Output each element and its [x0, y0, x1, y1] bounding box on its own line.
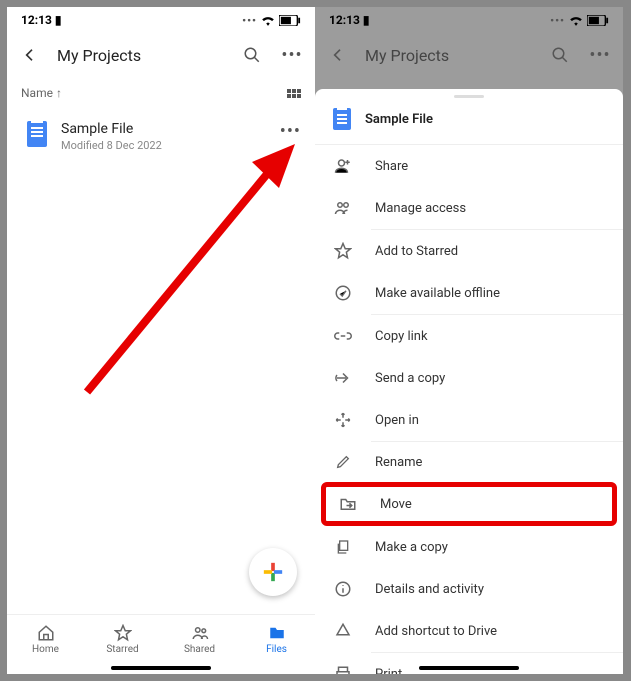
google-doc-icon [333, 108, 351, 130]
star-icon [334, 242, 352, 260]
wifi-icon [261, 14, 275, 26]
send-icon [334, 369, 352, 387]
file-more-button[interactable]: ••• [280, 121, 301, 142]
menu-details[interactable]: Details and activity [315, 568, 623, 610]
menu-add-shortcut[interactable]: Add shortcut to Drive [315, 610, 623, 652]
back-button[interactable] [17, 42, 43, 68]
menu-rename[interactable]: Rename [315, 442, 623, 482]
menu-label: Add to Starred [375, 244, 458, 259]
menu-make-copy[interactable]: Make a copy [315, 526, 623, 568]
plus-multicolor-icon [262, 561, 284, 583]
sheet-header: Sample File [315, 98, 623, 145]
offline-icon [334, 284, 352, 302]
status-time: 12:13 [329, 13, 360, 27]
sim-icon: ▮ [55, 13, 62, 27]
battery-icon [587, 15, 609, 26]
menu-label: Manage access [375, 201, 466, 216]
nav-shared[interactable]: Shared [161, 615, 238, 664]
battery-icon [279, 15, 301, 26]
menu-label: Send a copy [375, 371, 445, 386]
folder-title: My Projects [365, 46, 533, 65]
status-bar: 12:13 ▮ ••• [7, 7, 315, 33]
pencil-icon [335, 454, 351, 470]
open-in-icon [334, 411, 352, 429]
file-row[interactable]: Sample File Modified 8 Dec 2022 ••• [7, 109, 315, 164]
fab-new[interactable] [249, 548, 297, 596]
google-doc-icon [27, 121, 47, 147]
file-name: Sample File [61, 121, 266, 137]
menu-label: Add shortcut to Drive [375, 624, 497, 639]
nav-home-label: Home [32, 644, 59, 655]
more-button: ••• [587, 42, 613, 68]
status-time: 12:13 [21, 13, 52, 27]
sim-icon: ▮ [363, 13, 370, 27]
nav-starred[interactable]: Starred [84, 615, 161, 664]
menu-label: Print [375, 667, 402, 675]
search-icon [551, 46, 569, 64]
folder-icon [268, 624, 286, 642]
sort-row: Name ↑ [7, 77, 315, 109]
home-indicator [419, 666, 519, 670]
menu-label: Copy link [375, 329, 428, 344]
menu-label: Details and activity [375, 582, 484, 597]
link-icon [334, 327, 352, 345]
menu-offline[interactable]: Make available offline [315, 272, 623, 314]
people-icon [334, 199, 352, 217]
info-icon [334, 580, 352, 598]
menu-share[interactable]: Share [315, 145, 623, 187]
nav-starred-label: Starred [106, 644, 138, 655]
wifi-icon [569, 14, 583, 26]
menu-label: Rename [375, 455, 422, 470]
annotation-arrow [67, 142, 297, 402]
app-header: My Projects ••• [7, 33, 315, 77]
search-button [547, 42, 573, 68]
menu-label: Open in [375, 413, 419, 428]
menu-send-copy[interactable]: Send a copy [315, 357, 623, 399]
home-icon [37, 624, 55, 642]
chevron-left-icon [330, 47, 346, 63]
menu-label: Make available offline [375, 286, 500, 301]
status-bar: 12:13 ▮ ••• [315, 7, 623, 33]
people-icon [191, 624, 209, 642]
more-button[interactable]: ••• [279, 42, 305, 68]
search-button[interactable] [239, 42, 265, 68]
home-indicator [111, 666, 211, 670]
menu-label: Share [375, 159, 408, 174]
menu-print[interactable]: Print [315, 653, 623, 674]
sort-label[interactable]: Name ↑ [21, 86, 62, 100]
screenshot-right: 12:13 ▮ ••• My Projects ••• Sample File [315, 7, 623, 674]
nav-shared-label: Shared [184, 644, 215, 655]
screenshot-left: 12:13 ▮ ••• My Projects ••• Name ↑ Sa [7, 7, 315, 674]
more-horizontal-icon: ••• [589, 45, 610, 66]
folder-title: My Projects [57, 46, 225, 65]
menu-label: Make a copy [375, 540, 448, 555]
person-add-icon [334, 157, 352, 175]
menu-add-starred[interactable]: Add to Starred [315, 230, 623, 272]
chevron-left-icon [22, 47, 38, 63]
nav-files[interactable]: Files [238, 615, 315, 664]
menu-copy-link[interactable]: Copy link [315, 315, 623, 357]
app-header-dimmed: My Projects ••• [315, 33, 623, 77]
menu-move[interactable]: Move [321, 482, 617, 526]
print-icon [334, 665, 352, 674]
drive-shortcut-icon [334, 622, 352, 640]
nav-home[interactable]: Home [7, 615, 84, 664]
cell-dots-icon: ••• [550, 14, 565, 27]
copy-icon [335, 538, 351, 556]
back-button [325, 42, 351, 68]
bottom-sheet: Sample File Share Manage access Add to S… [315, 89, 623, 674]
menu-manage-access[interactable]: Manage access [315, 187, 623, 229]
menu-label: Move [380, 497, 412, 512]
cell-dots-icon: ••• [242, 14, 257, 27]
star-icon [114, 624, 132, 642]
bottom-nav: Home Starred Shared Files [7, 614, 315, 664]
folder-move-icon [339, 495, 357, 513]
more-horizontal-icon: ••• [281, 45, 302, 66]
nav-files-label: Files [266, 644, 287, 655]
file-meta: Modified 8 Dec 2022 [61, 139, 266, 152]
search-icon [243, 46, 261, 64]
menu-open-in[interactable]: Open in [315, 399, 623, 441]
grid-view-button[interactable] [287, 89, 301, 98]
sheet-title: Sample File [365, 112, 433, 127]
